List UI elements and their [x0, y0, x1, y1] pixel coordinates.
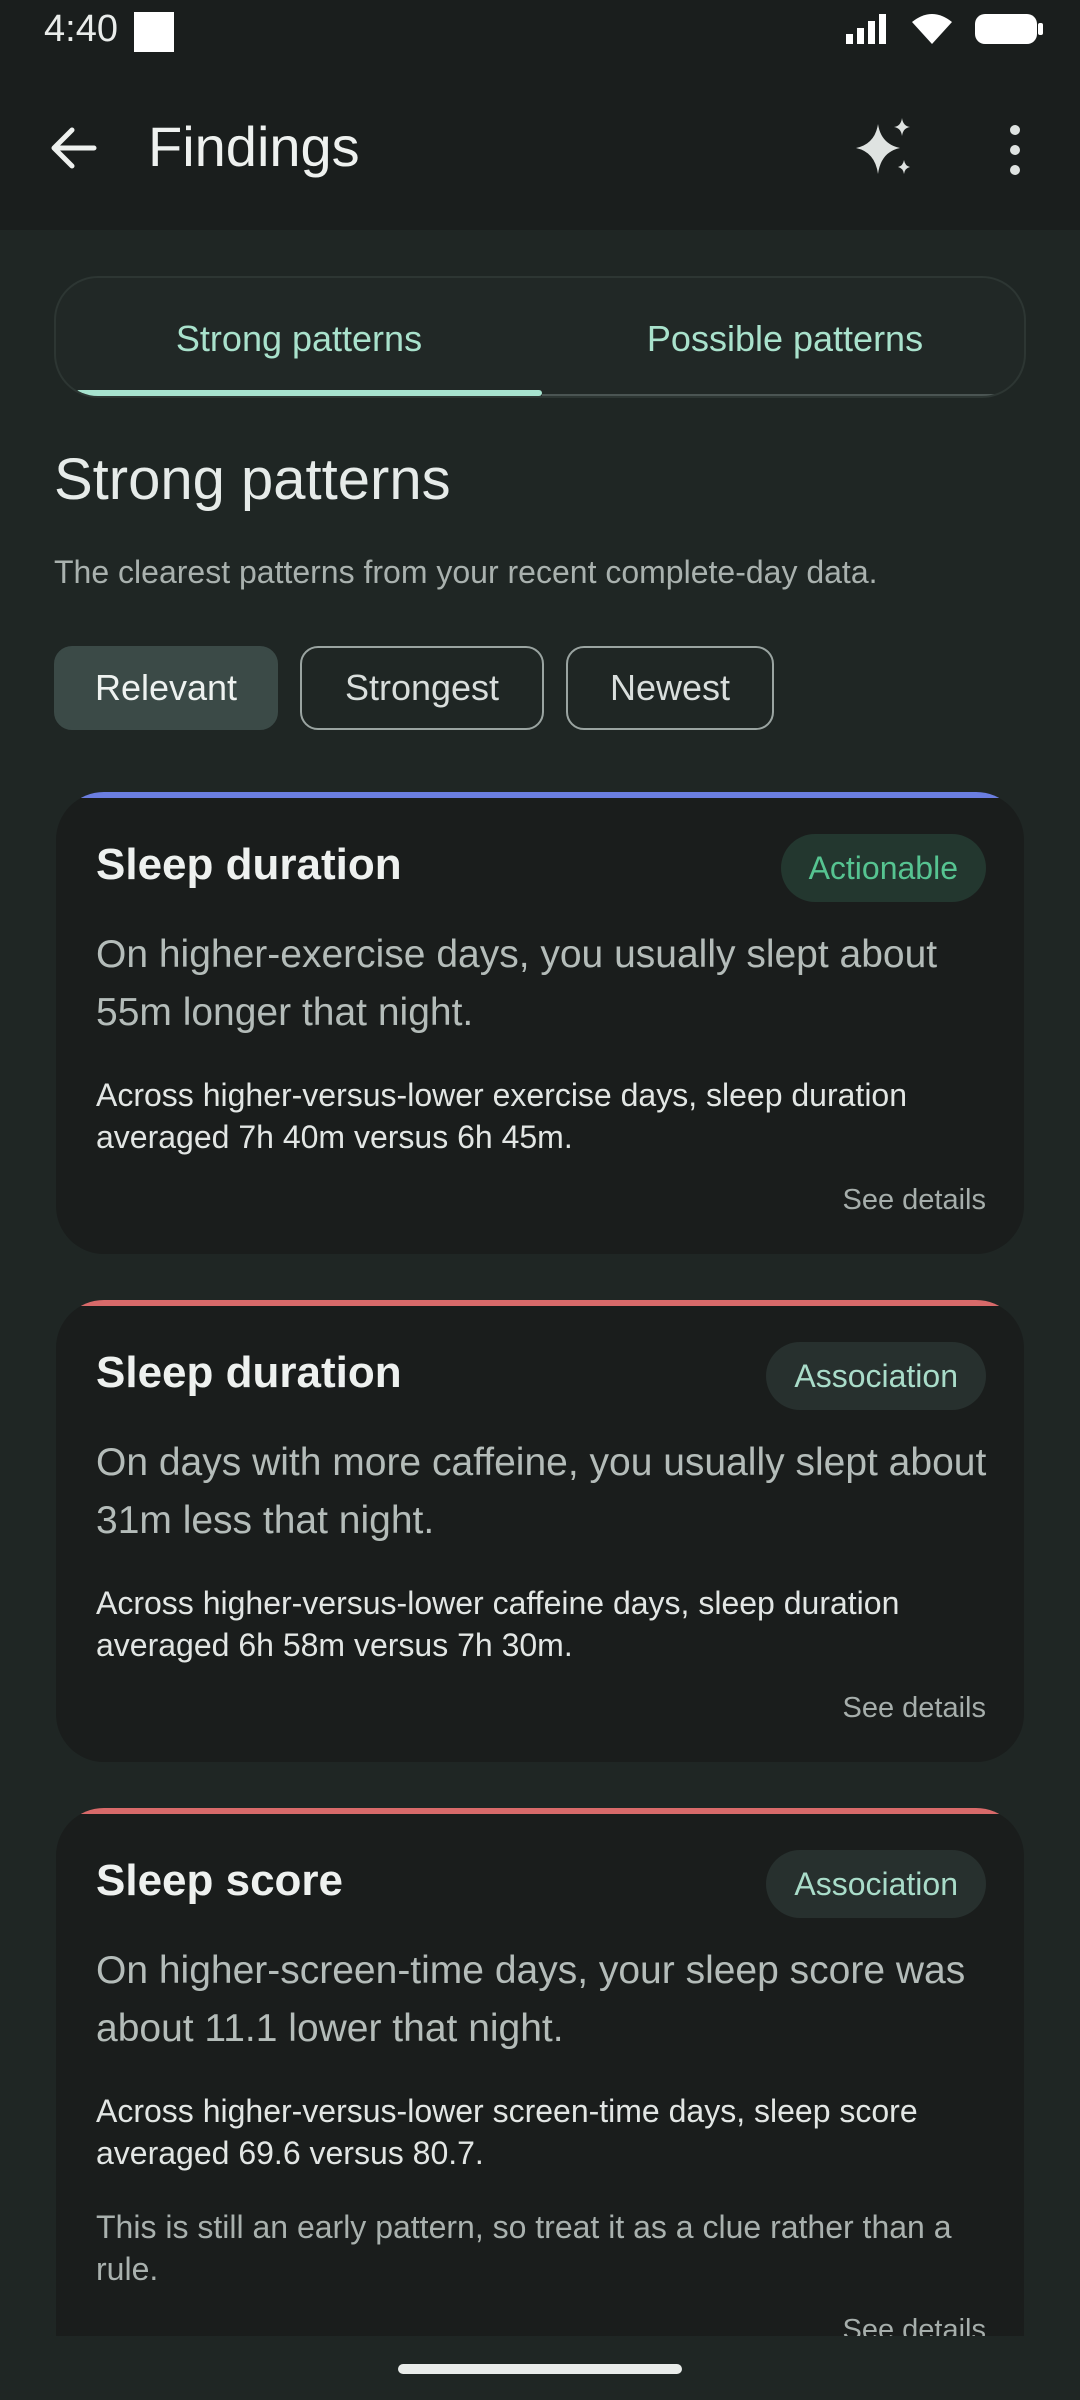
more-vert-icon[interactable]	[1000, 120, 1030, 180]
status-badge: Association	[766, 1850, 986, 1918]
tab-divider	[542, 394, 1008, 396]
see-details-link[interactable]: See details	[843, 1692, 987, 1725]
see-details-link[interactable]: See details	[843, 1184, 987, 1217]
wifi-icon	[912, 14, 952, 44]
status-badge: Association	[766, 1342, 986, 1410]
card-accent	[56, 792, 1024, 798]
card-title: Sleep score	[96, 1856, 344, 1905]
filter-chip-relevant[interactable]: Relevant	[54, 646, 278, 730]
see-details-link[interactable]: See details	[843, 2314, 987, 2336]
card-title: Sleep duration	[96, 840, 402, 889]
back-arrow-icon[interactable]	[44, 118, 104, 178]
tab-indicator	[76, 390, 542, 396]
filter-chip-strongest[interactable]: Strongest	[300, 646, 544, 730]
card-accent	[56, 1300, 1024, 1306]
card-detail: Across higher-versus-lower caffeine days…	[96, 1585, 900, 1663]
status-icons	[844, 12, 1044, 46]
home-indicator[interactable]	[398, 2364, 682, 2374]
finding-card[interactable]: Sleep score Association On higher-screen…	[56, 1808, 1024, 2336]
card-accent	[56, 1808, 1024, 1814]
section-title: Strong patterns	[54, 447, 451, 512]
card-detail: Across higher-versus-lower screen-time d…	[96, 2093, 918, 2171]
finding-card[interactable]: Sleep duration Association On days with …	[56, 1300, 1024, 1762]
sparkle-icon[interactable]	[850, 114, 920, 184]
card-title: Sleep duration	[96, 1348, 402, 1397]
card-detail: Across higher-versus-lower exercise days…	[96, 1077, 908, 1155]
filter-chip-newest[interactable]: Newest	[566, 646, 774, 730]
card-summary: On days with more caffeine, you usually …	[96, 1441, 987, 1542]
notification-icon	[134, 12, 174, 52]
app-bar: Findings	[0, 64, 1080, 230]
battery-icon	[975, 14, 1043, 44]
tab-strong-patterns[interactable]: Strong patterns	[56, 278, 542, 396]
status-bar: 4:40	[0, 0, 1080, 64]
status-badge: Actionable	[780, 834, 986, 902]
signal-icon	[846, 14, 886, 44]
status-time: 4:40	[44, 8, 118, 50]
finding-card[interactable]: Sleep duration Actionable On higher-exer…	[56, 792, 1024, 1254]
card-summary: On higher-screen-time days, your sleep s…	[96, 1949, 966, 2050]
card-note: This is still an early pattern, so treat…	[96, 2209, 952, 2287]
section-subtitle: The clearest patterns from your recent c…	[54, 554, 878, 590]
card-summary: On higher-exercise days, you usually sle…	[96, 933, 938, 1034]
tab-possible-patterns[interactable]: Possible patterns	[542, 278, 1024, 396]
pattern-tabs: Strong patterns Possible patterns	[54, 276, 1026, 398]
page-title: Findings	[148, 115, 360, 178]
